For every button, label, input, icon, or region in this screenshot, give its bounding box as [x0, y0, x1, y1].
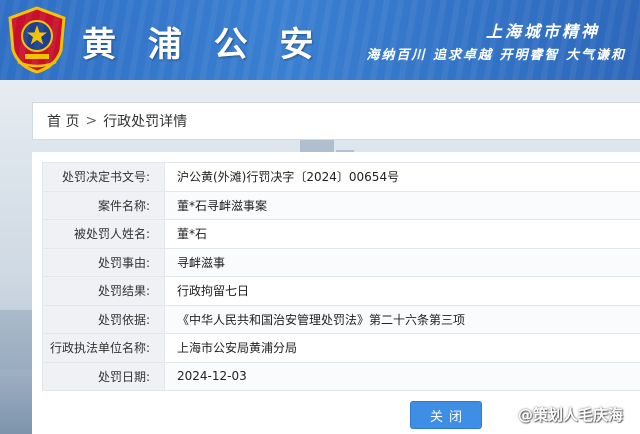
field-value: 上海市公安局黄浦分局: [164, 333, 640, 363]
detail-panel: 处罚决定书文号: 沪公黄(外滩)行罚决字〔2024〕00654号 案件名称: 董…: [32, 152, 640, 434]
site-header: 黄 浦 公 安 上海城市精神 海纳百川 追求卓越 开明睿智 大气谦和: [0, 0, 640, 80]
field-value: 《中华人民共和国治安管理处罚法》第二十六条第三项: [164, 304, 640, 334]
table-row: 处罚事由: 寻衅滋事: [42, 247, 640, 277]
field-label: 处罚事由:: [42, 247, 165, 277]
field-value: 行政拘留七日: [164, 276, 640, 306]
breadcrumb-current: 行政处罚详情: [103, 114, 188, 130]
watermark-text: @策划人毛庆海: [518, 406, 624, 424]
weibo-icon: [498, 407, 516, 423]
field-label: 被处罚人姓名:: [42, 219, 165, 249]
field-value: 沪公黄(外滩)行罚决字〔2024〕00654号: [164, 162, 640, 192]
field-label: 处罚依据:: [42, 304, 165, 334]
table-row: 处罚依据: 《中华人民共和国治安管理处罚法》第二十六条第三项: [42, 304, 640, 334]
field-label: 行政执法单位名称:: [42, 333, 165, 363]
close-button[interactable]: 关闭: [410, 401, 482, 429]
breadcrumb-home-link[interactable]: 首 页: [47, 111, 79, 131]
watermark: @策划人毛庆海: [498, 404, 623, 425]
field-label: 案件名称:: [42, 190, 165, 220]
table-row: 处罚结果: 行政拘留七日: [42, 276, 640, 306]
site-title: 黄 浦 公 安: [82, 25, 324, 65]
police-emblem-icon: [8, 6, 66, 74]
table-row: 案件名称: 董*石寻衅滋事案: [42, 190, 640, 220]
table-row: 处罚决定书文号: 沪公黄(外滩)行罚决字〔2024〕00654号: [42, 162, 640, 192]
field-value: 寻衅滋事: [164, 247, 640, 277]
field-label: 处罚日期:: [42, 361, 165, 391]
penalty-detail-table: 处罚决定书文号: 沪公黄(外滩)行罚决字〔2024〕00654号 案件名称: 董…: [42, 162, 640, 391]
field-label: 处罚结果:: [42, 276, 165, 306]
table-row: 行政执法单位名称: 上海市公安局黄浦分局: [42, 333, 640, 363]
breadcrumb: 首 页 > 行政处罚详情: [32, 102, 640, 140]
table-row: 处罚日期: 2024-12-03: [42, 361, 640, 391]
field-value: 董*石: [164, 219, 640, 249]
field-value: 2024-12-03: [164, 361, 640, 391]
slogan-text: 海纳百川 追求卓越 开明睿智 大气谦和: [366, 48, 626, 63]
field-value: 董*石寻衅滋事案: [164, 190, 640, 220]
slogan-title: 上海城市精神: [485, 22, 600, 41]
breadcrumb-separator: >: [85, 113, 98, 129]
table-row: 被处罚人姓名: 董*石: [42, 219, 640, 249]
field-label: 处罚决定书文号:: [42, 162, 165, 192]
